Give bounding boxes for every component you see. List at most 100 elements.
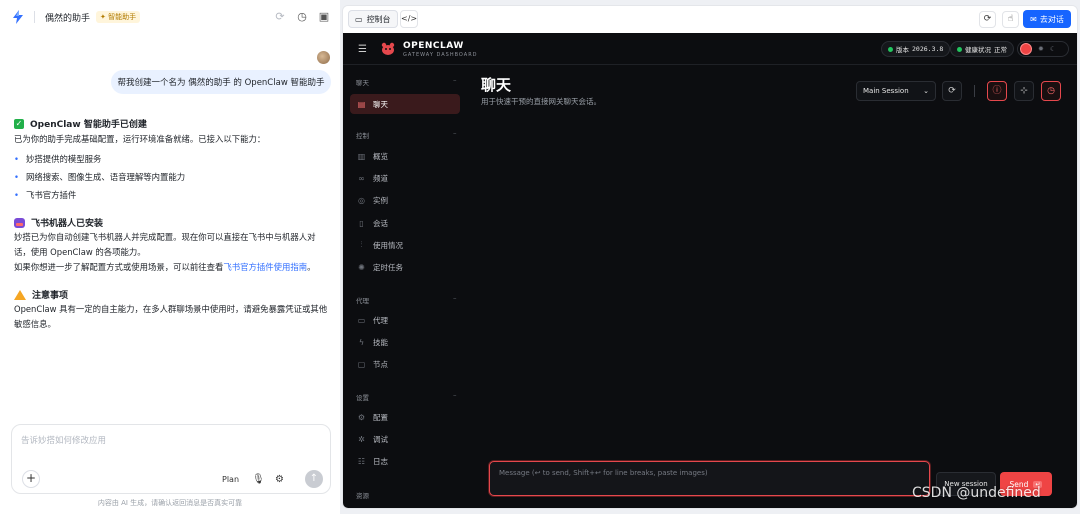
- sidebar-item-label: 调试: [373, 434, 388, 444]
- checkmark-icon: ✓: [14, 118, 24, 129]
- ai-disclaimer: 内容由 AI 生成，请确认返回消息是否真实可靠: [97, 499, 243, 507]
- sidebar-section-resources: 资源: [356, 492, 369, 500]
- add-attachment-button[interactable]: +: [22, 470, 40, 488]
- bug-icon: ✲: [358, 434, 365, 444]
- dashboard-header: ☰ OPENCLAW GATEWAY DASHBOARD 版本 2026.3.8…: [343, 33, 1077, 65]
- thinking-toggle-button[interactable]: ⓘ: [987, 81, 1007, 101]
- bolt-icon: ϟ: [358, 337, 365, 347]
- sidebar-item-label: 日志: [373, 456, 388, 466]
- monitor-icon: ▭: [355, 14, 363, 24]
- sidebar-item-logs[interactable]: ☷ 日志: [350, 451, 460, 471]
- list-item: 飞书官方插件: [14, 186, 332, 204]
- sidebar-item-label: 使用情况: [373, 240, 403, 250]
- claw-logo-icon: [381, 42, 395, 55]
- microphone-icon[interactable]: 🎙: [252, 474, 265, 485]
- menu-icon[interactable]: ☰: [358, 44, 367, 55]
- page-subtitle: 用于快速干预的直接网关聊天会话。: [481, 97, 601, 106]
- session-select-value: Main Session: [863, 87, 909, 95]
- sidebar-item-usage[interactable]: ⫶ 使用情况: [350, 235, 460, 255]
- refresh-session-button[interactable]: ⟳: [942, 81, 962, 101]
- theme-system-icon[interactable]: [1020, 43, 1032, 55]
- reload-icon: ⟳: [983, 14, 992, 24]
- sidebar-item-overview[interactable]: ▥ 概览: [350, 146, 460, 166]
- reload-preview-button[interactable]: ⟳: [979, 11, 996, 28]
- go-to-chat-button[interactable]: ✉ 去对话: [1023, 10, 1071, 28]
- sidebar-item-chat[interactable]: ▤ 聊天: [350, 94, 460, 114]
- divider: [34, 11, 35, 23]
- link-icon: ∞: [358, 173, 365, 183]
- collapse-icon[interactable]: –: [453, 391, 457, 399]
- focus-icon: ⊹: [1020, 86, 1028, 96]
- refresh-icon[interactable]: ⟳: [274, 11, 286, 23]
- assistant-input-placeholder[interactable]: 告诉妙搭如何修改应用: [21, 434, 106, 446]
- assistant-top-icons: ⟳ ◷ ▣: [274, 11, 330, 23]
- dashboard-sidebar: 聊天 – ▤ 聊天 控制 – ▥ 概览 ∞ 频道 ◎ 实例 ▯ 会话 ⫶ 使用情况 ✺ 定时…: [343, 66, 463, 508]
- tab-code[interactable]: </>: [400, 10, 418, 28]
- user-message-bubble: 帮我创建一个名为 偶然的助手 的 OpenClaw 智能助手: [111, 70, 331, 94]
- robot-icon: [14, 217, 25, 228]
- sun-icon[interactable]: ✹: [1038, 45, 1044, 53]
- assistant-input-box[interactable]: 告诉妙搭如何修改应用 + Plan 🎙 ⚙ ↑: [11, 424, 331, 494]
- sidebar-item-label: 定时任务: [373, 262, 403, 272]
- cron-toggle-button[interactable]: ◷: [1041, 81, 1061, 101]
- chevron-down-icon: ⌄: [923, 87, 929, 95]
- section-text-line: 妙搭已为你自动创建飞书机器人并完成配置。现在你可以直接在飞书中与机器人对: [14, 232, 316, 242]
- session-select[interactable]: Main Session ⌄: [856, 81, 936, 101]
- sidebar-item-debug[interactable]: ✲ 调试: [350, 429, 460, 449]
- sidebar-item-cron[interactable]: ✺ 定时任务: [350, 257, 460, 277]
- heading-text: 飞书机器人已安装: [31, 219, 104, 229]
- collapse-icon[interactable]: –: [453, 76, 457, 84]
- list-item: 妙搭提供的模型服务: [14, 150, 332, 168]
- monitor-icon: ▢: [357, 359, 366, 369]
- gear-icon: ⚙: [357, 412, 366, 422]
- plan-mode-button[interactable]: Plan: [222, 475, 239, 484]
- assistant-section-created: ✓ OpenClaw 智能助手已创建 已为你的助手完成基础配置，运行环境准备就绪…: [14, 117, 332, 204]
- refresh-icon: ⟳: [948, 86, 956, 96]
- theme-switcher: ✹ ☾: [1017, 41, 1069, 57]
- version-pill: 版本 2026.3.8: [881, 41, 951, 57]
- watermark: CSDN @undefined: [912, 485, 1041, 501]
- settings-sliders-icon[interactable]: ⚙: [275, 474, 284, 485]
- section-text: 已为你的助手完成基础配置，运行环境准备就绪。已接入以下能力：: [14, 134, 266, 144]
- tab-console-label: 控制台: [366, 14, 391, 24]
- radio-icon: ◎: [358, 195, 365, 205]
- sidebar-item-sessions[interactable]: ▯ 会话: [350, 213, 460, 233]
- sidebar-section-agent: 代理: [356, 297, 369, 305]
- sidebar-item-agents[interactable]: ▭ 代理: [350, 310, 460, 330]
- tab-console[interactable]: ▭ 控制台: [348, 10, 398, 28]
- health-pill: 健康状况 正常: [950, 41, 1014, 57]
- brain-icon: ⓘ: [992, 86, 1002, 96]
- sidebar-item-label: 概览: [373, 151, 388, 161]
- code-icon: </>: [401, 14, 418, 23]
- health-label: 健康状况: [965, 46, 991, 54]
- history-icon[interactable]: ◷: [296, 11, 308, 23]
- text-suffix: 。: [307, 262, 316, 272]
- sidebar-item-label: 节点: [373, 359, 388, 369]
- focus-mode-button[interactable]: ⊹: [1014, 81, 1034, 101]
- section-heading: 飞书机器人已安装: [14, 216, 332, 229]
- sidebar-item-channels[interactable]: ∞ 频道: [350, 168, 460, 188]
- moon-icon[interactable]: ☾: [1050, 45, 1056, 53]
- sidebar-item-nodes[interactable]: ▢ 节点: [350, 354, 460, 374]
- plugin-guide-link[interactable]: 飞书官方插件使用指南: [223, 262, 307, 272]
- sidebar-section-control: 控制: [356, 132, 369, 140]
- collapse-icon[interactable]: –: [453, 129, 457, 137]
- message-compose-input[interactable]: Message (↩ to send, Shift+↩ for line bre…: [489, 461, 930, 496]
- layout-toggle-icon[interactable]: ▣: [318, 11, 330, 23]
- sidebar-section-chat: 聊天: [356, 79, 369, 87]
- assistant-section-notice: 注意事项 OpenClaw 具有一定的自主能力，在多人群聊场景中使用时，请避免暴…: [14, 288, 332, 332]
- section-text-2: 如果你想进一步了解配置方式或使用场景，可以前往查看飞书官方插件使用指南。: [14, 260, 332, 275]
- section-heading: ✓ OpenClaw 智能助手已创建: [14, 117, 332, 130]
- collapse-icon[interactable]: –: [453, 294, 457, 302]
- file-icon: ▯: [359, 218, 364, 228]
- sidebar-item-config[interactable]: ⚙ 配置: [350, 407, 460, 427]
- loader-icon: ✺: [358, 262, 365, 272]
- toolbar-divider: [974, 85, 975, 97]
- hand-button[interactable]: ☝: [1002, 11, 1019, 28]
- chat-icon: ▤: [357, 99, 366, 109]
- send-arrow-button[interactable]: ↑: [305, 470, 323, 488]
- sidebar-item-instances[interactable]: ◎ 实例: [350, 190, 460, 210]
- sidebar-item-skills[interactable]: ϟ 技能: [350, 332, 460, 352]
- compose-placeholder[interactable]: Message (↩ to send, Shift+↩ for line bre…: [499, 469, 708, 477]
- sidebar-item-label: 频道: [373, 173, 388, 183]
